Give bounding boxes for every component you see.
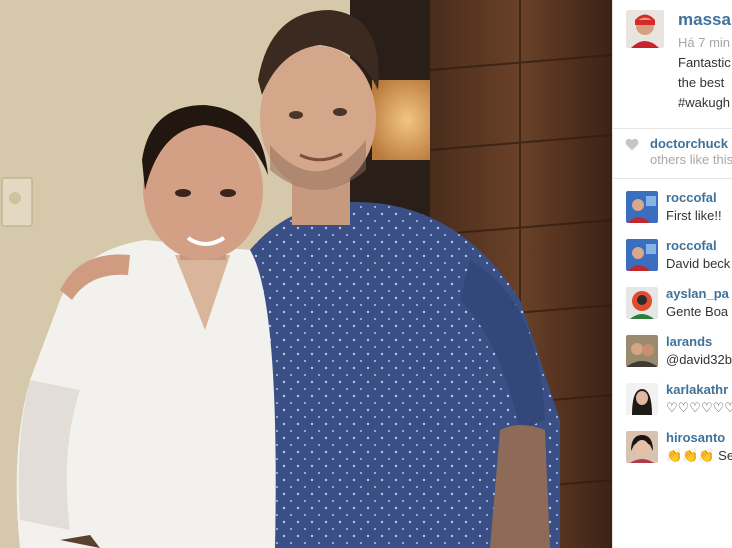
- commenter-avatar[interactable]: [626, 191, 658, 223]
- comment-username[interactable]: roccofal: [666, 238, 717, 253]
- caption-line: Fantastic: [678, 55, 731, 70]
- post-sidebar: massa Há 7 min Fantastic the best #wakug…: [612, 0, 732, 548]
- comment-username[interactable]: hirosanto: [666, 430, 725, 445]
- comment-text: @david32b: [666, 352, 732, 367]
- comment-text: Gente Boa: [666, 304, 729, 319]
- comment-username[interactable]: karlakathr: [666, 382, 728, 397]
- commenter-avatar[interactable]: [626, 239, 658, 271]
- comment-text: 👏👏👏 See: [666, 448, 732, 463]
- post-timestamp: Há 7 min: [678, 35, 731, 50]
- likes-others-text: others like this: [650, 152, 732, 167]
- post-caption: Fantastic the best #wakugh: [678, 53, 731, 113]
- likes-section: doctorchuck others like this: [613, 128, 732, 179]
- comment-text: David beck: [666, 256, 731, 271]
- comment-item: larands @david32b: [613, 330, 732, 378]
- commenter-avatar[interactable]: [626, 287, 658, 319]
- liker-username[interactable]: doctorchuck: [650, 136, 728, 151]
- comment-item: roccofal First like!!: [613, 186, 732, 234]
- photo-image: [0, 0, 612, 548]
- comment-username[interactable]: roccofal: [666, 190, 717, 205]
- commenter-avatar[interactable]: [626, 335, 658, 367]
- comment-username[interactable]: larands: [666, 334, 712, 349]
- heart-icon[interactable]: [625, 138, 639, 151]
- post-photo[interactable]: [0, 0, 612, 548]
- comment-username[interactable]: ayslan_pa: [666, 286, 729, 301]
- commenter-avatar[interactable]: [626, 383, 658, 415]
- comment-item: roccofal David beck: [613, 234, 732, 282]
- author-username[interactable]: massa: [678, 10, 731, 30]
- comment-text: First like!!: [666, 208, 722, 223]
- author-avatar[interactable]: [626, 10, 664, 48]
- comment-item: hirosanto 👏👏👏 See: [613, 426, 732, 474]
- post-header: massa Há 7 min Fantastic the best #wakug…: [613, 0, 732, 129]
- caption-hashtag[interactable]: #wakugh: [678, 93, 731, 113]
- commenter-avatar[interactable]: [626, 431, 658, 463]
- comment-text: ♡♡♡♡♡♡♡: [666, 400, 732, 415]
- caption-line: the best: [678, 75, 725, 90]
- comment-item: ayslan_pa Gente Boa: [613, 282, 732, 330]
- comments-list: roccofal First like!! roccofal David bec…: [613, 186, 732, 474]
- comment-item: karlakathr ♡♡♡♡♡♡♡: [613, 378, 732, 426]
